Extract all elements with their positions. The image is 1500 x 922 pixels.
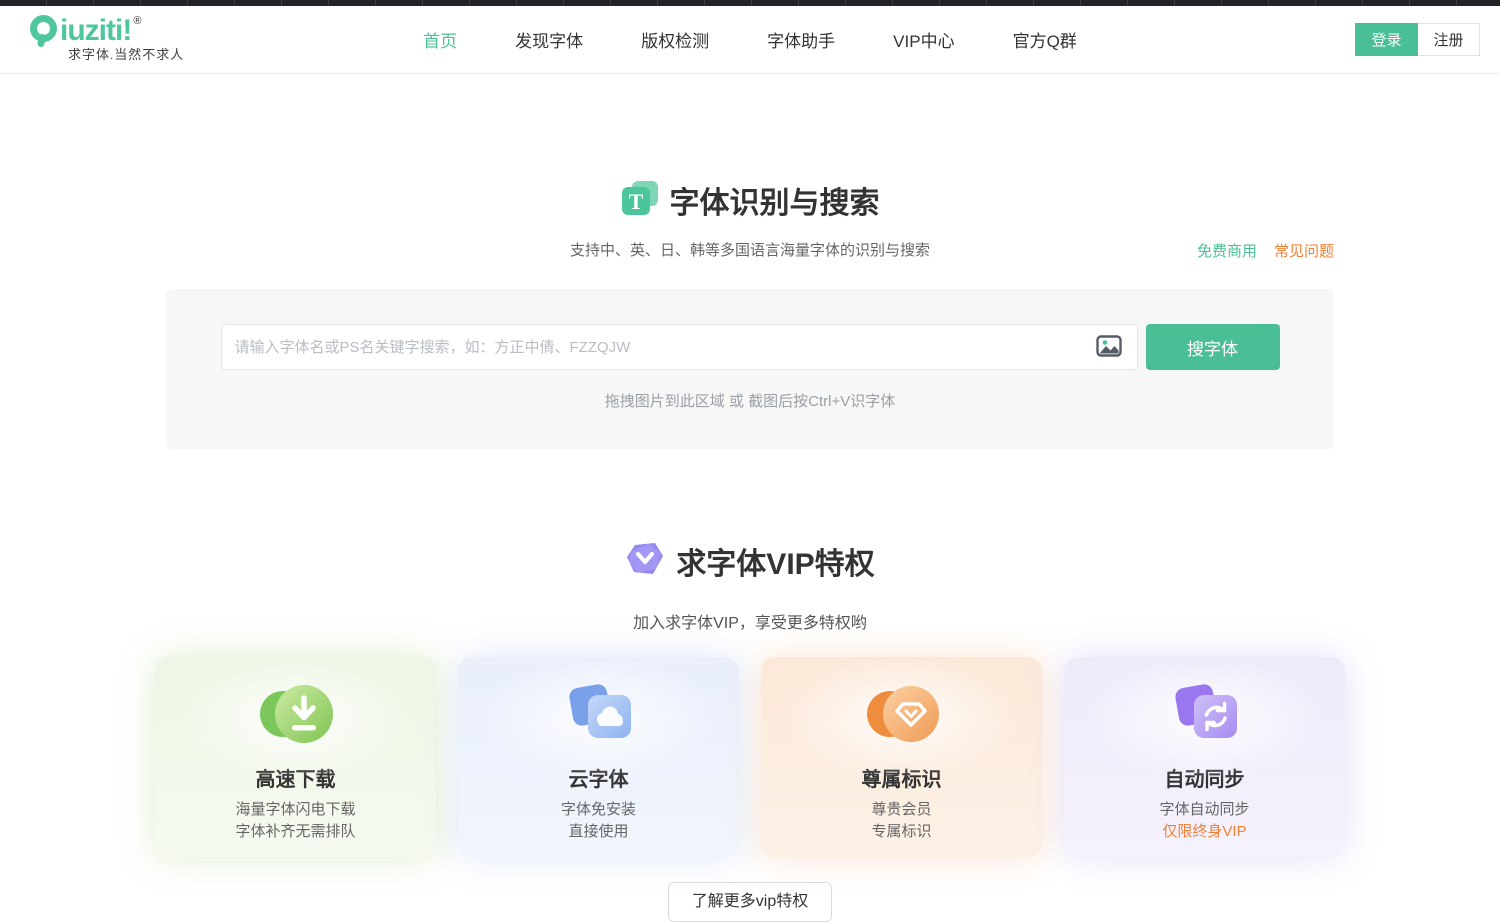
nav-item-font-assistant[interactable]: 字体助手 [767, 27, 835, 52]
search-section-subtitle: 支持中、英、日、韩等多国语言海量字体的识别与搜索 [166, 239, 1334, 260]
search-section-links: 免费商用 常见问题 [1197, 240, 1334, 261]
registered-mark: ® [133, 16, 141, 27]
nav-item-copyright-check[interactable]: 版权检测 [641, 27, 709, 52]
main-nav: 首页 发现字体 版权检测 字体助手 VIP中心 官方Q群 [423, 6, 1077, 73]
card-description: 字体免安装 直接使用 [458, 799, 739, 843]
main-content: T 字体识别与搜索 支持中、英、日、韩等多国语言海量字体的识别与搜索 免费商用 … [166, 178, 1334, 633]
free-commercial-link[interactable]: 免费商用 [1197, 240, 1257, 261]
auth-buttons: 登录 注册 [1355, 23, 1480, 56]
image-icon [1096, 335, 1122, 360]
font-search-input[interactable] [235, 339, 1094, 356]
vip-section-subtitle: 加入求字体VIP，享受更多特权哟 [166, 609, 1334, 633]
search-row: 搜字体 [166, 324, 1334, 370]
logo-row: iuziti! ® [30, 16, 184, 46]
vip-section-header: 求字体VIP特权 [166, 539, 1334, 583]
search-font-button[interactable]: 搜字体 [1146, 324, 1280, 370]
nav-item-official-qq-group[interactable]: 官方Q群 [1013, 27, 1077, 52]
vip-cards: 高速下载 海量字体闪电下载 字体补齐无需排队 [155, 657, 1345, 857]
register-button[interactable]: 注册 [1418, 23, 1480, 56]
site-header: iuziti! ® 求字体.当然不求人 首页 发现字体 版权检测 字体助手 VI… [0, 6, 1500, 74]
card-title: 尊属标识 [761, 763, 1042, 792]
card-title: 高速下载 [155, 763, 436, 792]
search-section-title: 字体识别与搜索 [670, 178, 880, 222]
vip-card-exclusive-badge[interactable]: 尊属标识 尊贵会员 专属标识 [761, 657, 1042, 857]
card-description: 尊贵会员 专属标识 [761, 799, 1042, 843]
vip-badge-icon [761, 681, 1042, 749]
logo-tagline: 求字体.当然不求人 [68, 44, 184, 63]
logo[interactable]: iuziti! ® 求字体.当然不求人 [30, 16, 184, 63]
card-title: 自动同步 [1064, 763, 1345, 792]
more-vip-privileges-button[interactable]: 了解更多vip特权 [668, 882, 832, 922]
login-button[interactable]: 登录 [1355, 23, 1418, 56]
lifetime-vip-note: 仅限终身VIP [1162, 823, 1246, 840]
vip-card-cloud-font[interactable]: 云字体 字体免安装 直接使用 [458, 657, 739, 857]
card-description: 海量字体闪电下载 字体补齐无需排队 [155, 799, 436, 843]
vip-card-fast-download[interactable]: 高速下载 海量字体闪电下载 字体补齐无需排队 [155, 657, 436, 857]
logo-magnifier-icon [30, 15, 57, 42]
vip-card-auto-sync[interactable]: 自动同步 字体自动同步 仅限终身VIP [1064, 657, 1345, 857]
more-vip-wrap: 了解更多vip特权 [0, 882, 1500, 922]
font-recognition-icon: T [621, 180, 659, 221]
download-icon [155, 681, 436, 749]
search-section-header: T 字体识别与搜索 [166, 178, 1334, 222]
card-title: 云字体 [458, 763, 739, 792]
nav-item-vip-center[interactable]: VIP中心 [893, 27, 954, 52]
search-subtitle-row: 支持中、英、日、韩等多国语言海量字体的识别与搜索 免费商用 常见问题 [166, 239, 1334, 261]
nav-item-discover-fonts[interactable]: 发现字体 [515, 27, 583, 52]
drag-drop-hint: 拖拽图片到此区域 或 截图后按Ctrl+V识字体 [166, 390, 1334, 411]
search-panel: 搜字体 拖拽图片到此区域 或 截图后按Ctrl+V识字体 [166, 289, 1334, 449]
sync-icon [1064, 681, 1345, 749]
search-input-wrap [221, 324, 1138, 370]
cloud-font-icon [458, 681, 739, 749]
vip-gem-icon [625, 541, 665, 582]
image-upload-button[interactable] [1094, 333, 1124, 362]
logo-text: iuziti! [60, 16, 131, 46]
nav-item-home[interactable]: 首页 [423, 27, 457, 52]
vip-section-title: 求字体VIP特权 [676, 539, 874, 583]
svg-text:T: T [628, 189, 643, 214]
faq-link[interactable]: 常见问题 [1274, 240, 1334, 261]
card-description: 字体自动同步 仅限终身VIP [1064, 799, 1345, 843]
